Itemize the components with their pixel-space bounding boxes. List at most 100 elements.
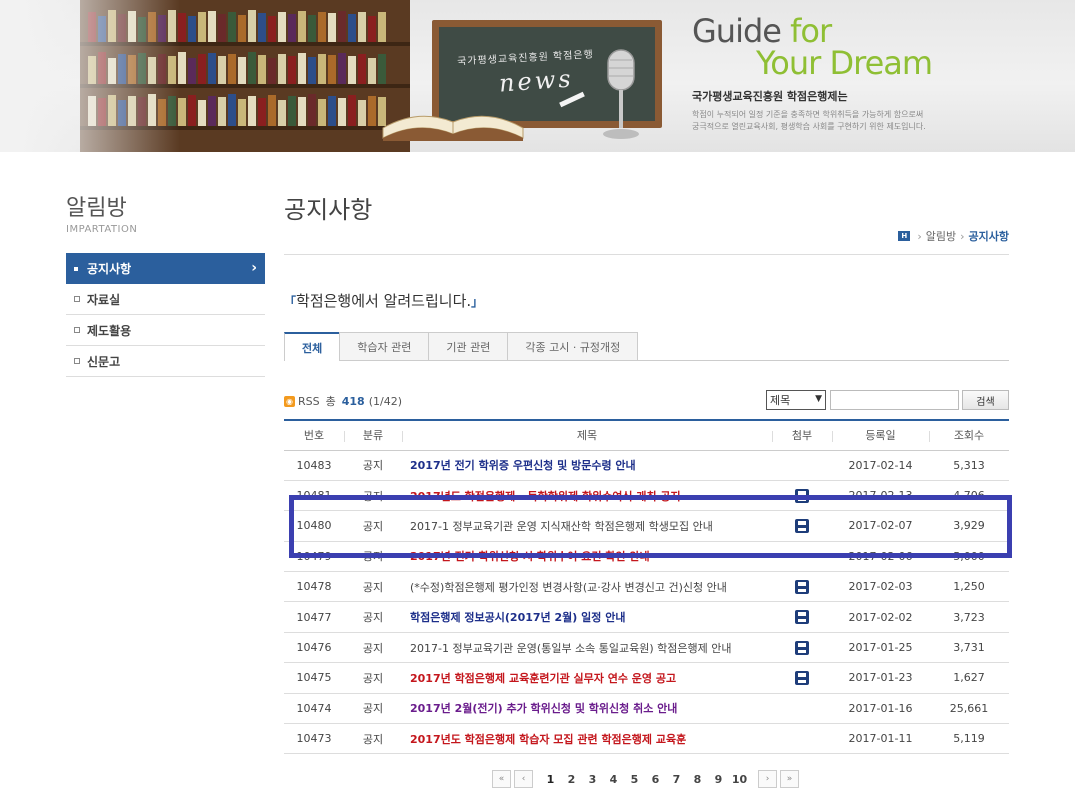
col-attachment: 첨부 [772, 419, 832, 451]
table-row[interactable]: 10478 공지 (*수정)학점은행제 평가인정 변경사항(교·강사 변경신고 건)… [284, 571, 1009, 603]
divider [284, 254, 1009, 255]
cell-attachment [772, 632, 832, 664]
cell-number: 10474 [284, 693, 344, 725]
search-button[interactable]: 검색 [962, 390, 1009, 410]
page-number[interactable]: 2 [561, 773, 582, 786]
col-number: 번호 [284, 419, 344, 451]
cell-attachment [772, 601, 832, 633]
cell-title[interactable]: 2017년 2월(전기) 추가 학위신청 및 학위신청 취소 안내 [402, 693, 772, 725]
tab-institution[interactable]: 기관 관련 [428, 332, 509, 360]
sidebar-item-system-use[interactable]: 제도활용 [66, 315, 265, 346]
cell-number: 10483 [284, 450, 344, 481]
page-number[interactable]: 9 [708, 773, 729, 786]
board-news-text: news [498, 64, 575, 98]
sidebar-menu: 공지사항 › 자료실 제도활용 신문고 [66, 253, 265, 377]
table-row[interactable]: 10473 공지 2017년도 학점은행제 학습자 모집 관련 학점은행제 교육훈 2… [284, 723, 1009, 755]
page-numbers: 1 2 3 4 5 6 7 8 9 10 [540, 773, 750, 786]
cell-views: 1,627 [929, 662, 1009, 694]
table-row[interactable]: 10475 공지 2017년 학점은행제 교육훈련기관 실무자 연수 운영 공고 20… [284, 662, 1009, 694]
cell-views: 5,119 [929, 723, 1009, 755]
page-number[interactable]: 10 [729, 773, 750, 786]
cell-title[interactable]: 2017-1 정부교육기관 운영(통일부 소속 통일교육원) 학점은행제 안내 [402, 632, 772, 664]
cell-title[interactable]: (*수정)학점은행제 평가인정 변경사항(교·강사 변경신고 건)신청 안내 [402, 571, 772, 603]
bullet-icon [74, 358, 80, 364]
cell-date: 2017-02-03 [832, 571, 929, 603]
main-content: 공지사항 H › 알림방 › 공지사항 「학점은행에서 알려드립니다.」 전체 … [284, 190, 1012, 755]
table-row[interactable]: 10476 공지 2017-1 정부교육기관 운영(통일부 소속 통일교육원) 학점… [284, 632, 1009, 664]
open-book-icon [382, 115, 524, 141]
cell-title[interactable]: 2017년도 학점은행제 학습자 모집 관련 학점은행제 교육훈 [402, 723, 772, 755]
breadcrumb: H › 알림방 › 공지사항 [898, 228, 1009, 244]
attachment-disk-icon[interactable] [795, 579, 809, 594]
breadcrumb-parent[interactable]: 알림방 [926, 228, 956, 244]
cell-category: 공지 [344, 723, 402, 755]
search-input[interactable] [830, 390, 959, 410]
sidebar-title: 알림방 [66, 196, 127, 221]
page-number[interactable]: 6 [645, 773, 666, 786]
banner-subtitle: 국가평생교육진흥원 학점은행제는 [692, 90, 848, 103]
cell-category: 공지 [344, 571, 402, 603]
table-row[interactable]: 10483 공지 2017년 전기 학위증 우편신청 및 방문수령 안내 2017-0… [284, 450, 1009, 481]
page-number[interactable]: 4 [603, 773, 624, 786]
prev-page-button[interactable]: ‹ [514, 770, 533, 788]
page-number[interactable]: 8 [687, 773, 708, 786]
cell-category: 공지 [344, 632, 402, 664]
col-date: 등록일 [832, 419, 929, 451]
pagination: « ‹ 1 2 3 4 5 6 7 8 9 10 › » [492, 770, 802, 788]
chevron-right-icon: › [251, 260, 257, 276]
dream-heading: Your Dream [756, 44, 933, 82]
sidebar-item-petition[interactable]: 신문고 [66, 346, 265, 377]
cell-date: 2017-02-02 [832, 601, 929, 633]
cell-date: 2017-02-14 [832, 450, 929, 481]
cell-category: 공지 [344, 662, 402, 694]
attachment-disk-icon[interactable] [795, 610, 809, 625]
banner-description: 학점이 누적되어 일정 기준을 충족하면 학위취득을 가능하게 함으로써 궁극적… [692, 110, 926, 131]
microphone-icon [603, 49, 639, 139]
cell-views: 3,723 [929, 601, 1009, 633]
cell-views: 3,731 [929, 632, 1009, 664]
page-number[interactable]: 7 [666, 773, 687, 786]
breadcrumb-current: 공지사항 [968, 230, 1009, 243]
sidebar: 알림방 IMPARTATION 공지사항 › 자료실 제도활용 신문고 [66, 190, 265, 377]
cell-number: 10473 [284, 723, 344, 755]
sidebar-item-notice[interactable]: 공지사항 › [66, 253, 265, 284]
tab-all[interactable]: 전체 [284, 332, 341, 361]
cell-title[interactable]: 2017년 학점은행제 교육훈련기관 실무자 연수 운영 공고 [402, 662, 772, 694]
tab-regulation[interactable]: 각종 고시 · 규정개정 [507, 332, 639, 360]
attachment-disk-icon[interactable] [795, 670, 809, 685]
first-page-button[interactable]: « [492, 770, 511, 788]
cell-date: 2017-01-23 [832, 662, 929, 694]
cell-title[interactable]: 2017년 전기 학위증 우편신청 및 방문수령 안내 [402, 450, 772, 481]
search-field-select[interactable]: 제목 ▼ [766, 390, 826, 410]
page-number[interactable]: 3 [582, 773, 603, 786]
category-tabs: 전체 학습자 관련 기관 관련 각종 고시 · 규정개정 [284, 332, 1009, 361]
cell-date: 2017-01-16 [832, 693, 929, 725]
cell-attachment [772, 723, 832, 755]
chevron-down-icon: ▼ [815, 394, 822, 404]
cell-views: 1,250 [929, 571, 1009, 603]
total-count: 418 [341, 394, 365, 408]
cell-title[interactable]: 학점은행제 정보공시(2017년 2월) 일정 안내 [402, 601, 772, 633]
sidebar-item-archive[interactable]: 자료실 [66, 284, 265, 315]
chalk-icon [559, 91, 585, 108]
table-row[interactable]: 10477 공지 학점은행제 정보공시(2017년 2월) 일정 안내 2017-02… [284, 601, 1009, 633]
home-icon[interactable]: H [898, 231, 911, 241]
page-number[interactable]: 5 [624, 773, 645, 786]
attachment-disk-icon[interactable] [795, 640, 809, 655]
cell-views: 25,661 [929, 693, 1009, 725]
table-row[interactable]: 10474 공지 2017년 2월(전기) 추가 학위신청 및 학위신청 취소 안내… [284, 693, 1009, 725]
table-header: 번호 분류 제목 첨부 등록일 조회수 [284, 419, 1009, 451]
rss-icon[interactable]: ◉ [284, 395, 295, 407]
cell-category: 공지 [344, 693, 402, 725]
cell-attachment [772, 693, 832, 725]
next-page-button[interactable]: › [758, 770, 777, 788]
list-toolbar: ◉ RSS 총 418 (1/42) 제목 ▼ 검색 [284, 390, 1009, 410]
col-category: 분류 [344, 419, 402, 451]
page-number[interactable]: 1 [540, 773, 561, 786]
cell-attachment [772, 571, 832, 603]
cell-number: 10478 [284, 571, 344, 603]
cell-number: 10476 [284, 632, 344, 664]
tab-learner[interactable]: 학습자 관련 [339, 332, 430, 360]
last-page-button[interactable]: » [780, 770, 799, 788]
col-views: 조회수 [929, 419, 1009, 451]
